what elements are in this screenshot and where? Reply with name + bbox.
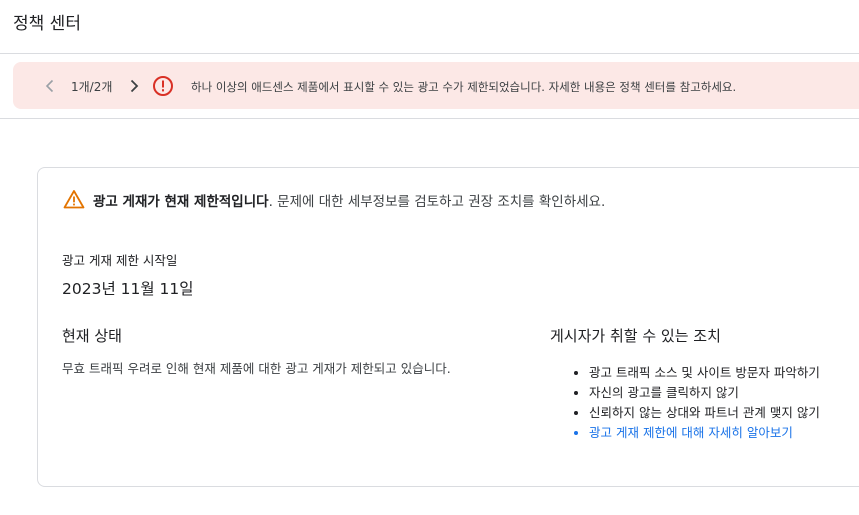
- error-icon: [152, 75, 174, 97]
- chevron-right-icon: [130, 79, 139, 93]
- header-divider: [0, 53, 859, 54]
- pager-prev-button[interactable]: [40, 76, 60, 96]
- alert-message: 하나 이상의 애드센스 제품에서 표시할 수 있는 광고 수가 제한되었습니다.…: [191, 80, 737, 94]
- pager-next-button[interactable]: [124, 76, 144, 96]
- publisher-actions-heading: 게시자가 취할 수 있는 조치: [550, 327, 721, 345]
- list-item: 신뢰하지 않는 상대와 파트너 관계 맺지 않기: [589, 403, 820, 423]
- warning-message: 광고 게재가 현재 제한적입니다. 문제에 대한 세부정보를 검토하고 권장 조…: [93, 190, 605, 210]
- warning-message-bold: 광고 게재가 현재 제한적입니다: [93, 194, 269, 210]
- list-item: 자신의 광고를 클릭하지 않기: [589, 383, 820, 403]
- learn-more-link[interactable]: 광고 게재 제한에 대해 자세히 알아보기: [589, 423, 820, 443]
- current-status-heading: 현재 상태: [62, 327, 122, 345]
- section-divider: [0, 118, 859, 119]
- pager-count: 1개/2개: [71, 80, 113, 94]
- warning-icon: [63, 189, 85, 209]
- warning-message-rest: . 문제에 대한 세부정보를 검토하고 권장 조치를 확인하세요.: [268, 194, 606, 210]
- list-item: 광고 트래픽 소스 및 사이트 방문자 파악하기: [589, 363, 820, 383]
- start-date-label: 광고 게재 제한 시작일: [62, 253, 178, 268]
- chevron-left-icon: [45, 79, 54, 93]
- publisher-actions-list: 광고 트래픽 소스 및 사이트 방문자 파악하기 자신의 광고를 클릭하지 않기…: [574, 363, 820, 443]
- start-date-value: 2023년 11월 11일: [62, 280, 194, 298]
- current-status-text: 무효 트래픽 우려로 인해 현재 제품에 대한 광고 게재가 제한되고 있습니다…: [62, 361, 451, 376]
- page-title: 정책 센터: [13, 14, 81, 34]
